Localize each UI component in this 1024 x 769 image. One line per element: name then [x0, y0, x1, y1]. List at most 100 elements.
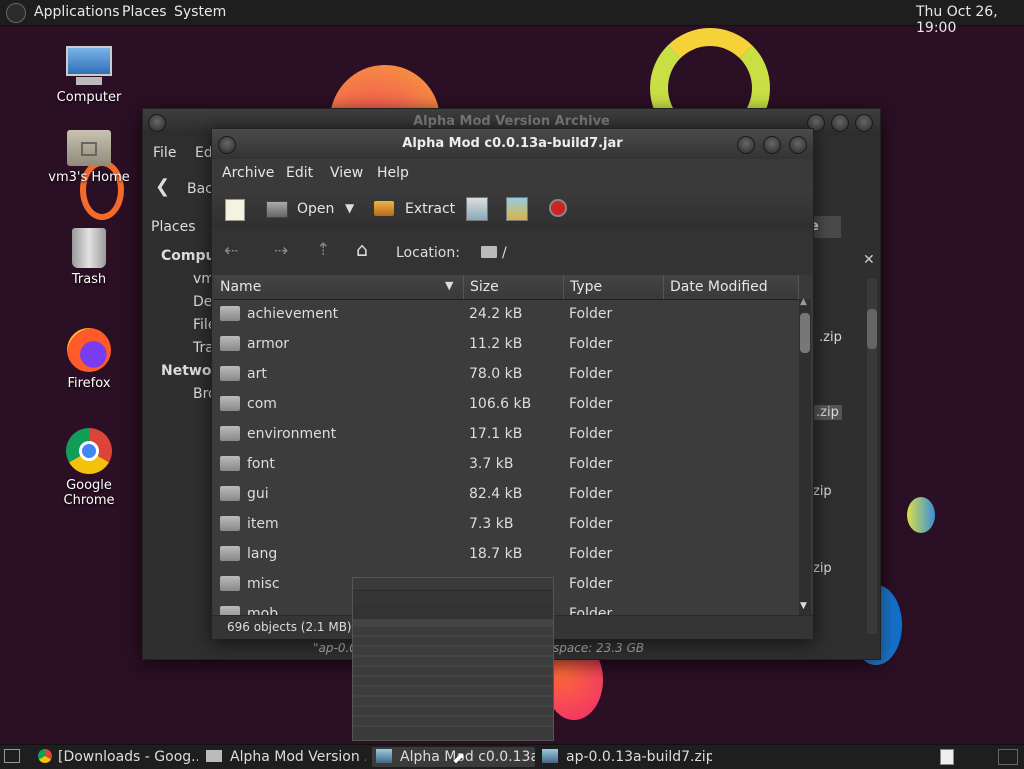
computer-icon: [66, 46, 112, 86]
table-row[interactable]: com 106.6 kB Folder: [214, 389, 798, 419]
file-label[interactable]: .zip: [819, 330, 842, 345]
file-name: environment: [247, 426, 337, 442]
sort-descending-icon[interactable]: ▼: [445, 279, 453, 292]
menu-edit[interactable]: Edit: [286, 165, 313, 181]
menu-help[interactable]: Help: [377, 165, 409, 181]
table-row[interactable]: environment 17.1 kB Folder: [214, 419, 798, 449]
menu-view[interactable]: View: [330, 165, 363, 181]
column-header-type[interactable]: Type: [564, 275, 664, 299]
home-icon[interactable]: ⌂: [356, 239, 368, 261]
back-button[interactable]: Bac: [187, 181, 213, 197]
workspace-switcher[interactable]: [940, 749, 954, 765]
window-preview-thumbnail[interactable]: [352, 577, 554, 741]
maximize-button[interactable]: [831, 114, 849, 132]
stop-icon[interactable]: [549, 199, 567, 217]
column-header-name[interactable]: Name: [214, 275, 464, 299]
extract-icon[interactable]: [374, 201, 394, 216]
back-arrow-icon[interactable]: ❮: [155, 176, 170, 197]
archive-manager-window[interactable]: Alpha Mod c0.0.13a-build7.jar Archive Ed…: [211, 128, 814, 639]
close-button[interactable]: [789, 136, 807, 154]
scrollbar-thumb[interactable]: [800, 313, 810, 353]
preview-list: [353, 627, 553, 727]
folder-icon: [220, 576, 240, 591]
file-label[interactable]: .zip: [813, 405, 842, 420]
close-tab-icon[interactable]: ✕: [863, 252, 875, 268]
folder-icon: [220, 546, 240, 561]
desktop-icon-trash[interactable]: Trash: [39, 228, 139, 287]
open-button[interactable]: Open: [297, 201, 334, 217]
extract-button[interactable]: Extract: [405, 201, 455, 217]
menu-archive[interactable]: Archive: [222, 165, 274, 181]
scroll-up-icon[interactable]: ▲: [800, 297, 807, 307]
file-type: Folder: [569, 516, 613, 532]
mate-menu-icon[interactable]: [6, 3, 26, 23]
file-type: Folder: [569, 336, 613, 352]
menu-applications[interactable]: Applications: [34, 4, 120, 20]
scrollbar-thumb[interactable]: [867, 309, 877, 349]
menu-system[interactable]: System: [174, 4, 226, 20]
new-archive-icon[interactable]: [225, 199, 245, 221]
desktop-icon-computer[interactable]: Computer: [39, 46, 139, 105]
window-menu-button[interactable]: [218, 136, 236, 154]
desktop-icon-chrome[interactable]: Google Chrome: [39, 428, 139, 508]
table-row[interactable]: gui 82.4 kB Folder: [214, 479, 798, 509]
open-dropdown-icon[interactable]: ▼: [345, 201, 354, 215]
folder-icon: [220, 486, 240, 501]
table-row[interactable]: item 7.3 kB Folder: [214, 509, 798, 539]
folder-icon: [220, 516, 240, 531]
file-size: 3.7 kB: [469, 456, 514, 472]
folder-icon: [220, 306, 240, 321]
file-label[interactable]: zip: [813, 484, 832, 499]
vertical-scrollbar[interactable]: ▲ ▼: [799, 297, 811, 615]
close-button[interactable]: [855, 114, 873, 132]
file-name: art: [247, 366, 267, 382]
menu-places[interactable]: Places: [122, 4, 167, 20]
column-header-size[interactable]: Size: [464, 275, 564, 299]
taskbar-item-downloads[interactable]: [Downloads - Goog...: [38, 747, 198, 767]
wallpaper-shape-teal: [907, 497, 935, 533]
firefox-icon: [67, 328, 111, 372]
taskbar-item-file-manager[interactable]: Alpha Mod Version ...: [206, 747, 366, 767]
scrollbar[interactable]: [867, 279, 877, 634]
table-row[interactable]: lang 18.7 kB Folder: [214, 539, 798, 569]
table-row[interactable]: art 78.0 kB Folder: [214, 359, 798, 389]
maximize-button[interactable]: [763, 136, 781, 154]
sidebar-header[interactable]: Places: [151, 219, 196, 235]
file-size: 7.3 kB: [469, 516, 514, 532]
file-list[interactable]: Name ▼ Size Type Date Modified achieveme…: [214, 275, 799, 615]
up-arrow-icon[interactable]: ⇡: [316, 240, 330, 260]
clock[interactable]: Thu Oct 26, 19:00: [916, 4, 1024, 36]
table-row[interactable]: armor 11.2 kB Folder: [214, 329, 798, 359]
column-header-date-modified[interactable]: Date Modified: [664, 275, 799, 299]
open-icon[interactable]: [266, 201, 288, 218]
workspace-switcher-2[interactable]: [998, 749, 1018, 765]
taskbar-item-zip[interactable]: ap-0.0.13a-build7.zip: [542, 747, 712, 767]
file-label[interactable]: zip: [813, 561, 832, 576]
table-row[interactable]: achievement 24.2 kB Folder: [214, 299, 798, 329]
desktop-icon-firefox[interactable]: Firefox: [39, 328, 139, 391]
table-row[interactable]: font 3.7 kB Folder: [214, 449, 798, 479]
sidebar-item-desktop[interactable]: De: [193, 294, 212, 310]
add-files-icon[interactable]: [466, 197, 488, 221]
file-name: com: [247, 396, 277, 412]
back-arrow-icon[interactable]: ⇠: [224, 241, 238, 261]
scroll-down-icon[interactable]: ▼: [800, 601, 807, 611]
desktop-icon-home[interactable]: vm3's Home: [39, 130, 139, 185]
forward-arrow-icon[interactable]: ⇢: [274, 241, 288, 261]
show-desktop-icon[interactable]: [4, 749, 20, 763]
window-menu-button[interactable]: [148, 114, 166, 132]
location-path[interactable]: /: [502, 245, 507, 261]
add-folder-icon[interactable]: [506, 197, 528, 221]
desktop-icon-label: Trash: [71, 272, 107, 287]
file-name: gui: [247, 486, 269, 502]
main-toolbar: Open ▼ Extract: [212, 187, 813, 229]
archive-titlebar[interactable]: Alpha Mod c0.0.13a-build7.jar: [212, 129, 813, 159]
desktop-icon-label: Google Chrome: [63, 478, 115, 508]
preview-location: [353, 605, 553, 619]
location-label: Location:: [396, 245, 460, 261]
minimize-button[interactable]: [737, 136, 755, 154]
menu-file[interactable]: File: [153, 145, 176, 161]
file-type: Folder: [569, 456, 613, 472]
taskbar-item-label: [Downloads - Goog...: [58, 749, 198, 765]
home-folder-icon: [67, 130, 111, 166]
